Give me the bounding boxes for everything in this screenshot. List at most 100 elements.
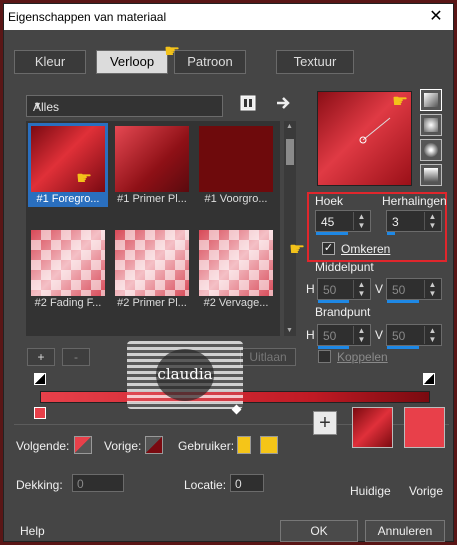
herhalingen-slider[interactable]: [387, 232, 396, 235]
hoek-spinner[interactable]: 45 ▲ ▼: [315, 210, 371, 235]
watermark-logo: claudia: [127, 341, 243, 409]
gallery-item[interactable]: #2 Fading F...: [28, 227, 108, 311]
transparency-stop-left[interactable]: [34, 373, 46, 385]
koppelen-checkbox[interactable]: [318, 350, 331, 363]
radial-style-icon[interactable]: [420, 139, 442, 161]
huidige-swatch[interactable]: [352, 407, 393, 448]
gradient-swatch: [115, 126, 189, 192]
brandpunt-h-spinner[interactable]: 50 ▲ ▼: [317, 324, 371, 349]
scroll-down-icon[interactable]: ▼: [286, 327, 293, 334]
locatie-value: 0: [235, 477, 242, 491]
spin-up-icon[interactable]: ▲ ▼: [353, 212, 369, 230]
brandpunt-v-label: V: [375, 328, 384, 342]
middelpunt-h-value: 50: [323, 283, 337, 297]
volgende-label: Volgende:: [16, 439, 70, 453]
vorige-swatch-label: Vorige: [409, 484, 444, 498]
vorige-color-chip[interactable]: [145, 436, 163, 454]
brandpunt-v-value: 50: [392, 329, 406, 343]
brandpunt-h-value: 50: [323, 329, 337, 343]
dekking-value: 0: [77, 477, 84, 491]
pointing-hand-icon: ☛: [76, 168, 93, 188]
koppelen-label[interactable]: Koppelen: [337, 350, 388, 364]
gradient-gallery: #1 Foregro... #1 Primer Pl... #1 Voorgro…: [26, 121, 280, 336]
ok-button[interactable]: OK: [280, 520, 358, 542]
gallery-item-label: #2 Vervage...: [203, 297, 269, 309]
color-stop-left[interactable]: [34, 407, 46, 419]
spin-up-icon[interactable]: ▲ ▼: [424, 280, 440, 298]
add-to-swatches-button[interactable]: +: [313, 411, 337, 435]
hoek-label: Hoek: [315, 194, 344, 208]
gradient-swatch: [31, 126, 105, 192]
brandpunt-h-slider[interactable]: [318, 346, 350, 349]
brandpunt-v-slider[interactable]: [387, 346, 420, 349]
gallery-item[interactable]: #1 Primer Pl...: [112, 123, 192, 207]
chevron-down-icon: ▼: [33, 100, 42, 110]
gallery-item[interactable]: #2 Vervage...: [196, 227, 276, 311]
middelpunt-h-spinner[interactable]: 50 ▲ ▼: [317, 278, 371, 303]
dekking-label: Dekking:: [16, 478, 63, 492]
locatie-field[interactable]: 0: [230, 474, 264, 492]
huidige-label: Huidige: [350, 484, 391, 498]
herhalingen-spinner[interactable]: 3 ▲ ▼: [386, 210, 442, 235]
gallery-item[interactable]: #2 Primer Pl...: [112, 227, 192, 311]
linear-style-icon[interactable]: [420, 89, 442, 111]
gallery-item-label: #1 Voorgro...: [204, 193, 268, 205]
spin-up-icon[interactable]: ▲ ▼: [353, 280, 369, 298]
scrollbar-thumb[interactable]: [286, 139, 294, 165]
help-link[interactable]: Help: [20, 524, 45, 538]
volgende-color-chip[interactable]: [74, 436, 92, 454]
gallery-item[interactable]: #1 Voorgro...: [196, 123, 276, 207]
dialog-window: Eigenschappen van materiaal ✕ Kleur Verl…: [3, 3, 454, 542]
gradient-swatch: [31, 230, 105, 296]
remove-stop-button[interactable]: -: [62, 348, 90, 366]
middelpunt-v-slider[interactable]: [387, 300, 420, 303]
sunburst-style-icon[interactable]: [420, 164, 442, 186]
omkeren-label[interactable]: Omkeren: [341, 242, 390, 256]
omkeren-checkbox[interactable]: ✓: [322, 242, 335, 255]
vorige-label: Vorige:: [104, 439, 142, 453]
tab-textuur[interactable]: Textuur: [276, 50, 354, 74]
title-bar: Eigenschappen van materiaal ✕: [4, 4, 453, 30]
spin-up-icon[interactable]: ▲ ▼: [353, 326, 369, 344]
gallery-item-label: #1 Primer Pl...: [117, 193, 187, 205]
middelpunt-h-label: H: [306, 282, 315, 296]
rectangular-style-icon[interactable]: [420, 114, 442, 136]
brandpunt-h-label: H: [306, 328, 315, 342]
spin-up-icon[interactable]: ▲ ▼: [424, 212, 440, 230]
tab-kleur[interactable]: Kleur: [14, 50, 86, 74]
gradient-swatch: [115, 230, 189, 296]
gallery-item[interactable]: #1 Foregro...: [28, 123, 108, 207]
gradient-swatch: [199, 230, 273, 296]
browse-icon[interactable]: [239, 94, 257, 112]
brandpunt-v-spinner[interactable]: 50 ▲ ▼: [386, 324, 442, 349]
category-select[interactable]: Alles ▼: [26, 95, 223, 117]
keep-stop-button[interactable]: Uitlaan: [240, 348, 296, 366]
middelpunt-h-slider[interactable]: [318, 300, 350, 303]
gebruiker-color-chip[interactable]: [237, 436, 251, 454]
pointing-hand-icon: ☛: [392, 91, 409, 111]
scroll-up-icon[interactable]: ▲: [286, 123, 293, 130]
transparency-stop-right[interactable]: [423, 373, 435, 385]
herhalingen-label: Herhalingen: [382, 194, 447, 208]
tab-verloop[interactable]: Verloop: [96, 50, 168, 74]
middelpunt-v-spinner[interactable]: 50 ▲ ▼: [386, 278, 442, 303]
hoek-slider[interactable]: [316, 232, 349, 235]
pointing-hand-icon: ☛: [289, 239, 306, 259]
spin-up-icon[interactable]: ▲ ▼: [424, 326, 440, 344]
middelpunt-label: Middelpunt: [315, 260, 374, 274]
gebruiker-color-chip-2[interactable]: [260, 436, 278, 454]
gallery-item-label: #1 Foregro...: [36, 193, 100, 205]
locatie-label: Locatie:: [184, 478, 227, 492]
hoek-value: 45: [321, 215, 335, 229]
vorige-swatch[interactable]: [404, 407, 445, 448]
gallery-scrollbar[interactable]: ▲ ▼: [284, 121, 296, 336]
dekking-field[interactable]: 0: [72, 474, 124, 492]
arrow-right-icon[interactable]: [274, 94, 292, 112]
gallery-item-label: #2 Fading F...: [34, 297, 102, 309]
tab-patroon[interactable]: Patroon: [174, 50, 246, 74]
cancel-button[interactable]: Annuleren: [365, 520, 445, 542]
watermark-name: claudia: [157, 365, 213, 383]
middelpunt-v-label: V: [375, 282, 384, 296]
add-stop-button[interactable]: +: [27, 348, 55, 366]
close-icon[interactable]: ✕: [423, 6, 449, 28]
